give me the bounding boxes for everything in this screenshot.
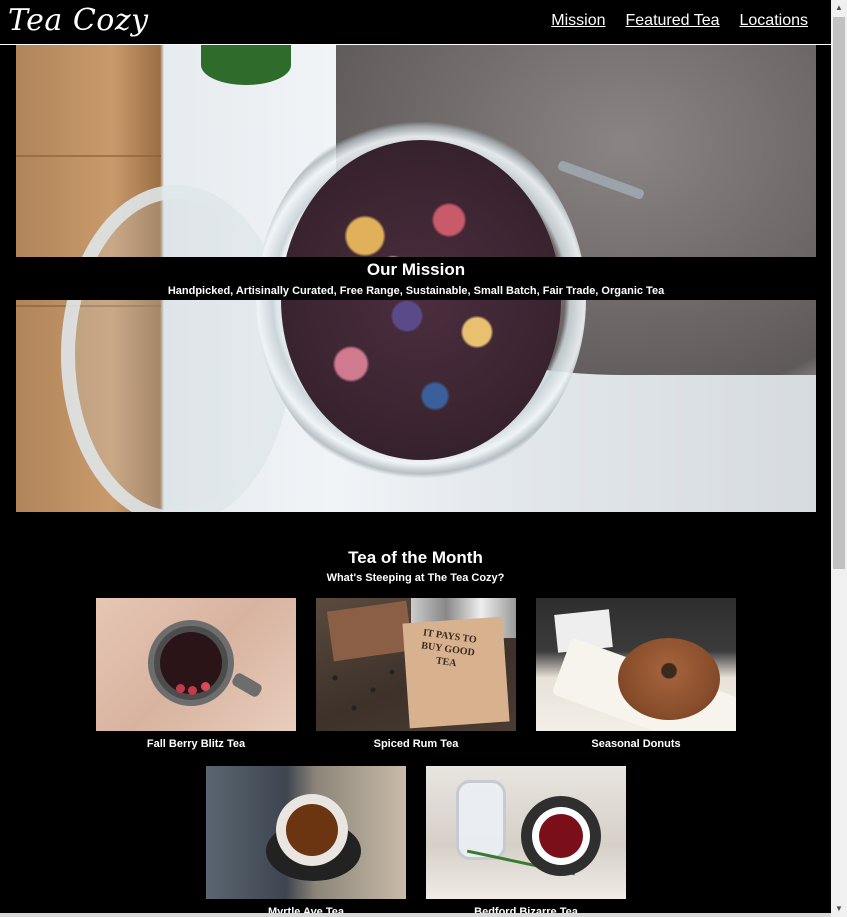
featured-subtitle: What's Steeping at The Tea Cozy?	[326, 572, 505, 584]
tea-card-caption: Spiced Rum Tea	[373, 738, 459, 750]
tea-card: Seasonal Donuts	[536, 598, 736, 750]
mission-title: Our Mission	[366, 260, 466, 279]
loose-tea-shape	[281, 140, 561, 460]
tea-card-image	[206, 766, 406, 899]
mission-banner: Our Mission Handpicked, Artisinally Cura…	[16, 257, 816, 300]
nav-link-featured-tea[interactable]: Featured Tea	[626, 12, 720, 30]
tea-card: Bedford Bizarre Tea	[426, 766, 626, 917]
tea-card: Fall Berry Blitz Tea	[96, 598, 296, 750]
tea-card-caption: Fall Berry Blitz Tea	[146, 738, 246, 750]
scroll-down-arrow-icon[interactable]: ▼	[831, 901, 847, 917]
leaf-shape	[201, 45, 291, 85]
jar-lid-shape	[61, 185, 291, 512]
nav-link-mission[interactable]: Mission	[551, 12, 605, 30]
wood-grain	[16, 155, 161, 157]
tea-card-caption: Seasonal Donuts	[591, 738, 681, 750]
tea-card-image: IT PAYS TO BUY GOOD TEA	[316, 598, 516, 731]
site-header: Tea Cozy Mission Featured Tea Locations	[0, 0, 831, 45]
nav-link-locations[interactable]: Locations	[740, 12, 809, 30]
tea-card: IT PAYS TO BUY GOOD TEA Spiced Rum Tea	[316, 598, 516, 750]
scroll-up-arrow-icon[interactable]: ▲	[831, 0, 847, 16]
site-logo[interactable]: Tea Cozy	[8, 3, 149, 38]
window-bottom-edge	[0, 913, 831, 917]
tea-card-image	[426, 766, 626, 899]
tea-card: Myrtle Ave Tea	[206, 766, 406, 917]
main-nav: Mission Featured Tea Locations	[551, 12, 808, 30]
featured-title: Tea of the Month	[348, 548, 483, 567]
tea-card-image	[96, 598, 296, 731]
tea-card-image	[536, 598, 736, 731]
scrollbar-thumb[interactable]	[833, 17, 845, 569]
vertical-scrollbar[interactable]: ▲ ▼	[831, 0, 847, 917]
mission-subtitle: Handpicked, Artisinally Curated, Free Ra…	[167, 285, 665, 297]
